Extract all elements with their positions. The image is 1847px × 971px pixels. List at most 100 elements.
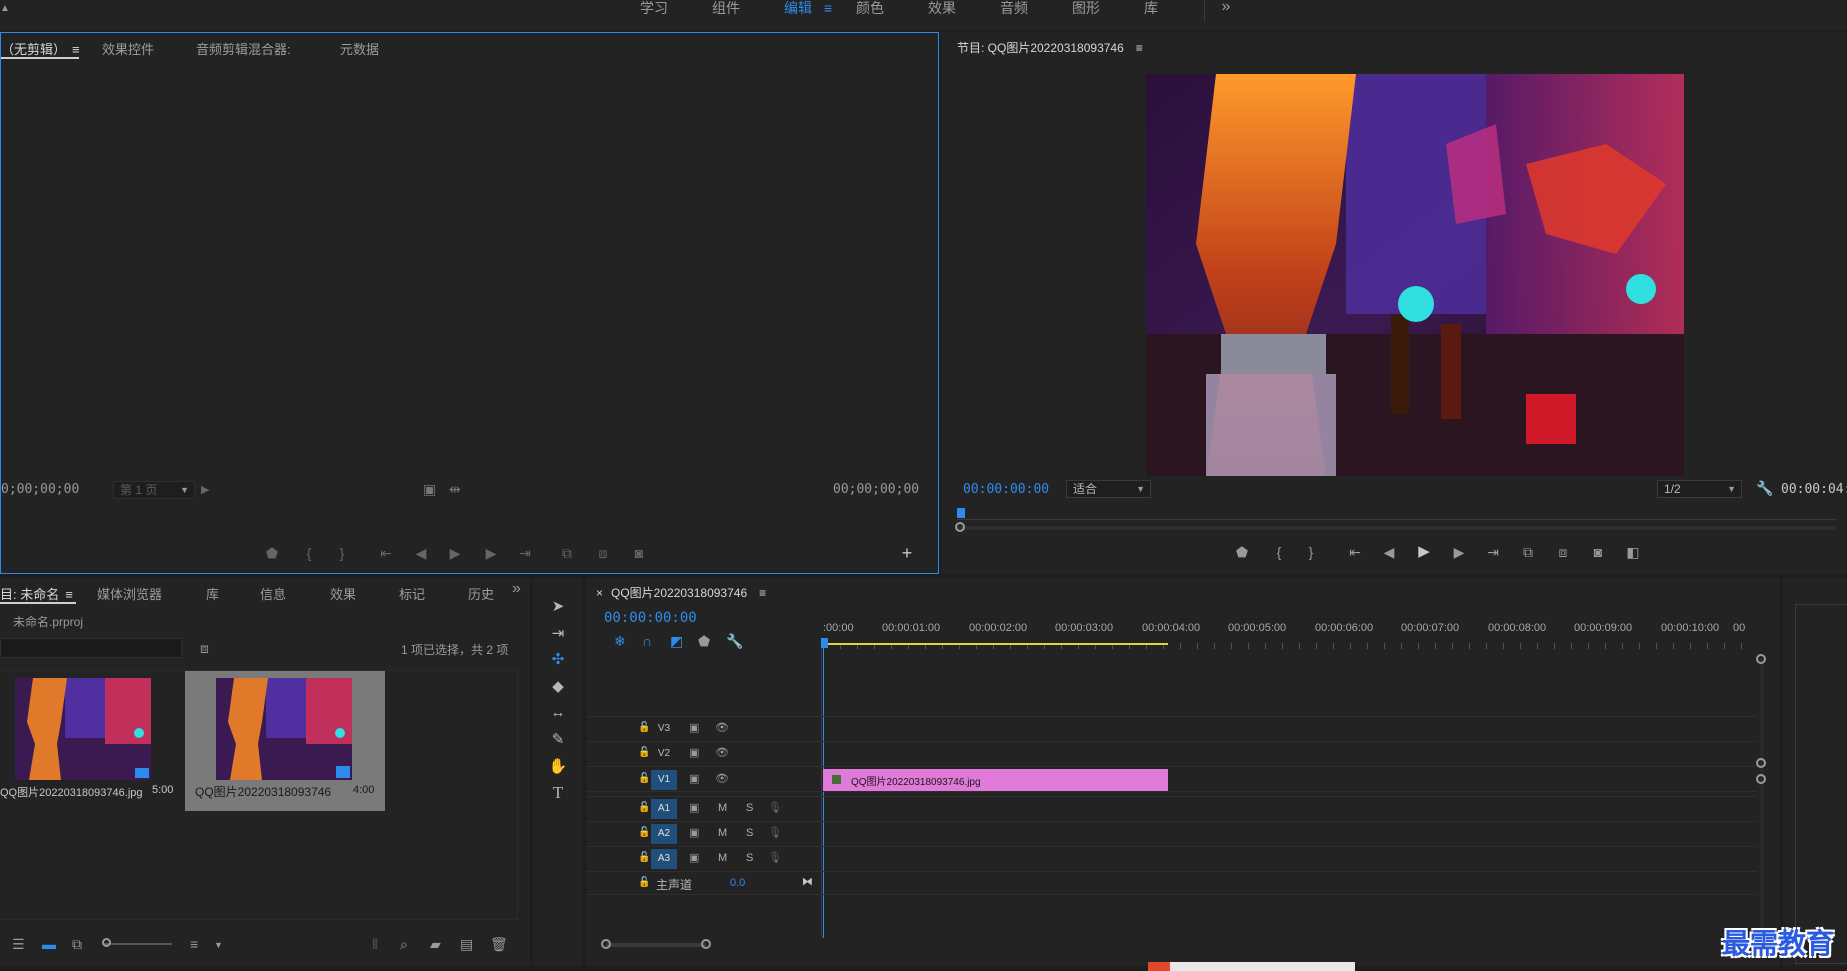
work-area-bar[interactable] <box>823 643 1168 645</box>
go-to-out-icon[interactable]: ⇥ <box>515 546 535 560</box>
search-icon[interactable]: ⌕ <box>400 937 408 951</box>
solo-button[interactable]: S <box>746 852 753 864</box>
scroll-handle-left[interactable] <box>601 939 611 949</box>
mute-button[interactable]: M <box>718 827 727 839</box>
vertical-scroll-bar[interactable] <box>1756 654 1766 938</box>
eye-icon[interactable]: 👁 <box>715 721 729 735</box>
program-title[interactable]: 节目: QQ图片20220318093746 ≡ <box>957 39 1143 56</box>
lift-icon[interactable]: ⧉ <box>1518 545 1538 559</box>
track-target[interactable]: A3 <box>651 849 677 869</box>
tab-no-clip[interactable]: （无剪辑） ≡ <box>1 39 80 58</box>
track-target[interactable]: A1 <box>651 799 677 819</box>
mark-out-icon[interactable]: } <box>1301 545 1321 559</box>
hamburger-icon[interactable]: ≡ <box>824 0 832 16</box>
search-input[interactable] <box>0 638 182 658</box>
lock-icon[interactable]: 🔓 <box>638 827 650 838</box>
timeline-timecode[interactable]: 00:00:00:00 <box>604 610 697 626</box>
tab-project[interactable]: 目: 未命名 ≡ <box>0 584 73 603</box>
go-to-out-icon[interactable]: ⇥ <box>1483 545 1503 559</box>
mute-button[interactable]: M <box>718 852 727 864</box>
program-scrub-bar[interactable] <box>957 506 1837 522</box>
go-to-in-icon[interactable]: ⇤ <box>376 546 396 560</box>
program-timecode[interactable]: 00:00:00:00 <box>963 482 1049 497</box>
tab-info[interactable]: 信息 <box>260 584 286 603</box>
lock-icon[interactable]: 🔓 <box>638 852 650 863</box>
sync-lock-icon[interactable]: ▣ <box>689 772 699 786</box>
sort-icon[interactable]: ≡ <box>190 937 198 951</box>
sync-lock-icon[interactable]: ▣ <box>689 801 699 815</box>
microphone-icon[interactable]: 🎙 <box>768 851 782 865</box>
home-icon[interactable]: ▲ <box>0 2 10 16</box>
insert-edit-icon[interactable]: ⧉ <box>557 546 577 560</box>
automate-to-sequence-icon[interactable]: ⦀ <box>372 937 378 951</box>
wrench-icon[interactable]: 🔧 <box>726 634 743 648</box>
item-thumbnail[interactable] <box>15 678 151 780</box>
tab-sequence[interactable]: × QQ图片20220318093746 ≡ <box>596 584 766 601</box>
sync-lock-icon[interactable]: ▣ <box>689 826 699 840</box>
nest-icon[interactable]: ❄ <box>614 634 626 648</box>
hand-tool-icon[interactable]: ✋ <box>548 757 568 777</box>
tab-history[interactable]: 历史 <box>468 584 494 603</box>
double-chevron-right-icon[interactable]: » <box>512 581 521 597</box>
track-v3[interactable]: 🔓 V3 ▣ 👁 <box>586 716 1756 740</box>
scroll-handle-right[interactable] <box>701 939 711 949</box>
double-chevron-right-icon[interactable]: » <box>1218 0 1234 15</box>
page-select[interactable]: 第 1 页 ▼ <box>113 481 195 499</box>
camera-icon[interactable]: ◙ <box>629 546 649 560</box>
razor-tool-icon[interactable]: ◆ <box>548 677 568 697</box>
mark-out-icon[interactable]: } <box>332 546 352 560</box>
panel-menu-icon[interactable]: ≡ <box>72 42 80 57</box>
workspace-tab-libraries[interactable]: 库 <box>1144 0 1158 22</box>
scroll-handle[interactable] <box>1756 758 1766 768</box>
panel-menu-icon[interactable]: ≡ <box>65 587 73 602</box>
type-tool-icon[interactable]: T <box>548 783 568 803</box>
new-item-icon[interactable]: ▤ <box>460 937 473 951</box>
step-forward-icon[interactable]: ▶ <box>481 546 501 560</box>
snap-icon[interactable]: ∩ <box>642 634 652 648</box>
scroll-handle[interactable] <box>955 522 965 532</box>
list-view-icon[interactable]: ☰ <box>12 937 25 951</box>
overwrite-edit-icon[interactable]: ⧈ <box>593 546 613 560</box>
panel-menu-icon[interactable]: ≡ <box>759 586 766 600</box>
slip-tool-icon[interactable]: ↔ <box>548 703 568 723</box>
workspace-tab-assembly[interactable]: 组件 <box>712 0 740 22</box>
zoom-scroll-bar[interactable] <box>955 522 1837 532</box>
lock-icon[interactable]: 🔓 <box>638 877 650 888</box>
new-bin-from-search-icon[interactable]: ⧈ <box>200 641 209 655</box>
step-back-icon[interactable]: ◀ <box>1379 545 1399 559</box>
selection-tool-icon[interactable]: ➤ <box>548 597 568 617</box>
playhead-marker[interactable] <box>957 508 965 518</box>
fit-select[interactable]: 适合 ▼ <box>1066 480 1151 498</box>
ripple-edit-tool-icon[interactable]: ✣ <box>548 650 568 670</box>
microphone-icon[interactable]: 🎙 <box>768 801 782 815</box>
solo-button[interactable]: S <box>746 827 753 839</box>
scroll-handle[interactable] <box>1756 774 1766 784</box>
add-marker-icon[interactable]: ⬟ <box>262 546 282 560</box>
compare-view-icon[interactable]: ◧ <box>1623 545 1643 559</box>
lock-icon[interactable]: 🔓 <box>638 802 650 813</box>
step-forward-icon[interactable]: ▶ <box>1449 545 1469 559</box>
extract-icon[interactable]: ⧈ <box>1553 545 1573 559</box>
item-thumbnail[interactable] <box>216 678 352 780</box>
track-target[interactable]: V2 <box>651 744 677 764</box>
track-target[interactable]: V3 <box>651 719 677 739</box>
new-bin-icon[interactable]: ▰ <box>430 937 441 951</box>
play-arrow-icon[interactable]: ▶ <box>201 483 209 497</box>
project-item[interactable]: QQ图片20220318093746.jpg 5:00 <box>0 671 182 799</box>
wrench-icon[interactable]: 🔧 <box>1756 481 1773 495</box>
playhead-marker[interactable] <box>821 638 828 648</box>
microphone-icon[interactable]: 🎙 <box>768 826 782 840</box>
freeform-view-icon[interactable]: ⧉ <box>72 937 82 951</box>
workspace-tab-audio[interactable]: 音频 <box>1000 0 1028 22</box>
add-marker-icon[interactable]: ⬟ <box>698 634 710 648</box>
linked-selection-icon[interactable]: ◩ <box>670 634 683 648</box>
project-item-selected[interactable]: QQ图片20220318093746 4:00 <box>185 671 385 811</box>
icon-view-icon[interactable]: ▬ <box>42 937 56 951</box>
track-v1[interactable]: 🔓 V1 ▣ 👁 QQ图片20220318093746.jpg <box>586 766 1756 792</box>
trash-icon[interactable]: 🗑 <box>490 937 508 951</box>
app-icon[interactable] <box>1148 962 1170 971</box>
track-v2[interactable]: 🔓 V2 ▣ 👁 <box>586 741 1756 765</box>
safe-margins-icon[interactable]: ▣ <box>423 482 436 496</box>
workspace-tab-graphics[interactable]: 图形 <box>1072 0 1100 22</box>
lock-icon[interactable]: 🔓 <box>638 773 650 784</box>
